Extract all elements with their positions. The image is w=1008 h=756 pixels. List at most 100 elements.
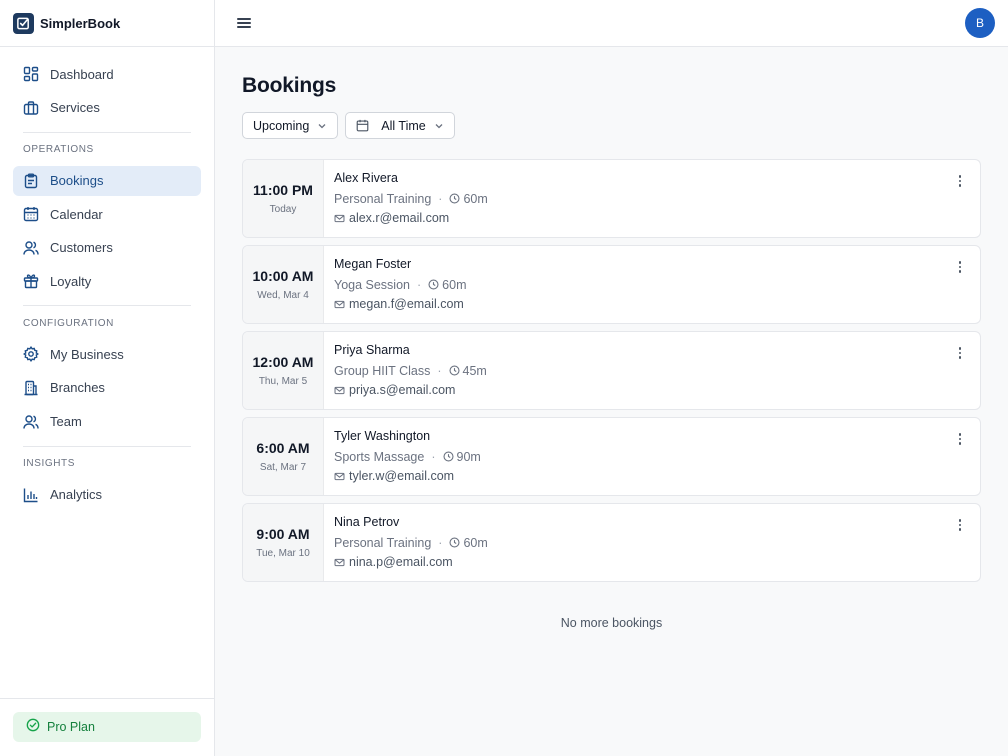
bar-chart-icon xyxy=(23,487,39,503)
booking-meta: Sports Massage · 90m xyxy=(334,449,970,465)
booking-time-block: 10:00 AM Wed, Mar 4 xyxy=(243,246,324,323)
sidebar-item-loyalty[interactable]: Loyalty xyxy=(13,266,201,296)
avatar[interactable]: B xyxy=(965,8,995,38)
clock-icon xyxy=(442,451,454,462)
customer-name: Nina Petrov xyxy=(334,515,400,529)
booking-email: nina.p@email.com xyxy=(334,554,970,570)
sidebar-item-analytics[interactable]: Analytics xyxy=(13,480,201,510)
more-options-icon[interactable] xyxy=(953,260,967,274)
more-options-icon[interactable] xyxy=(953,346,967,360)
chevron-down-icon xyxy=(434,121,444,131)
booking-date: Today xyxy=(269,204,297,215)
booking-card[interactable]: 11:00 PM Today Alex Rivera Personal Trai… xyxy=(242,159,981,238)
sidebar-item-customers[interactable]: Customers xyxy=(13,233,201,263)
chevron-down-icon xyxy=(317,121,327,131)
duration: 60m xyxy=(463,535,488,550)
sidebar-item-label: Customers xyxy=(50,240,113,256)
sidebar-nav: Dashboard Services OPERATIONS Bookings C… xyxy=(0,47,214,756)
booking-email: alex.r@email.com xyxy=(334,210,970,226)
sidebar-item-label: Dashboard xyxy=(50,66,114,82)
status-filter[interactable]: Upcoming xyxy=(242,112,339,139)
booking-time: 10:00 AM xyxy=(252,268,314,284)
customer-email: alex.r@email.com xyxy=(349,211,450,226)
sidebar-item-team[interactable]: Team xyxy=(13,407,201,437)
clock-icon xyxy=(449,537,460,548)
date-range-filter[interactable]: All Time xyxy=(345,112,455,139)
sidebar-item-branches[interactable]: Branches xyxy=(13,373,201,403)
booking-card[interactable]: 6:00 AM Sat, Mar 7 Tyler Washington Spor… xyxy=(242,417,981,496)
booking-card[interactable]: 9:00 AM Tue, Mar 10 Nina Petrov Personal… xyxy=(242,503,981,582)
plan-badge[interactable]: Pro Plan xyxy=(13,712,201,742)
menu-icon[interactable] xyxy=(237,16,251,30)
service-name: Personal Training xyxy=(334,535,432,550)
page-title: Bookings xyxy=(242,74,337,97)
customer-email: megan.f@email.com xyxy=(349,297,464,312)
divider xyxy=(23,305,191,307)
booking-time: 9:00 AM xyxy=(256,526,310,542)
more-options-icon[interactable] xyxy=(953,174,967,188)
booking-time-block: 6:00 AM Sat, Mar 7 xyxy=(243,418,324,495)
users-icon xyxy=(23,240,39,256)
booking-time-block: 11:00 PM Today xyxy=(243,160,324,237)
service-name: Group HIIT Class xyxy=(334,363,431,378)
separator-dot: · xyxy=(417,277,422,292)
sidebar-item-bookings[interactable]: Bookings xyxy=(13,165,201,196)
booking-date: Wed, Mar 4 xyxy=(257,290,309,301)
sidebar-item-services[interactable]: Services xyxy=(13,93,201,123)
building-icon xyxy=(23,380,39,396)
customer-name: Tyler Washington xyxy=(334,429,431,443)
duration: 90m xyxy=(456,449,481,464)
brand-name: SimplerBook xyxy=(40,15,121,31)
booking-time: 12:00 AM xyxy=(252,354,314,370)
check-circle-icon xyxy=(26,718,40,737)
clock-icon xyxy=(448,365,460,376)
booking-email: megan.f@email.com xyxy=(334,296,970,312)
booking-details: Tyler Washington Sports Massage · 90m ty… xyxy=(324,418,980,495)
booking-card[interactable]: 10:00 AM Wed, Mar 4 Megan Foster Yoga Se… xyxy=(242,245,981,324)
dashboard-icon xyxy=(23,66,39,82)
service-name: Sports Massage xyxy=(334,449,425,464)
sidebar-footer: Pro Plan xyxy=(0,698,214,756)
sidebar: SimplerBook Dashboard Services OPERATION… xyxy=(0,0,215,756)
booking-meta: Personal Training · 60m xyxy=(334,535,970,551)
divider xyxy=(23,445,191,447)
booking-time-block: 12:00 AM Thu, Mar 5 xyxy=(243,332,324,409)
sidebar-item-dashboard[interactable]: Dashboard xyxy=(13,59,201,89)
booking-details: Megan Foster Yoga Session · 60m megan.f@… xyxy=(324,246,980,323)
duration: 45m xyxy=(462,363,487,378)
booking-meta: Yoga Session · 60m xyxy=(334,277,970,293)
customer-name: Megan Foster xyxy=(334,257,412,271)
sidebar-item-label: Services xyxy=(50,100,100,116)
section-title-configuration: CONFIGURATION xyxy=(23,317,114,329)
sidebar-item-label: My Business xyxy=(50,346,124,362)
sidebar-item-label: Calendar xyxy=(50,206,103,222)
bookings-content: Bookings Upcoming All Time 11:00 PM Toda… xyxy=(215,47,1008,630)
booking-date: Sat, Mar 7 xyxy=(259,462,307,473)
plan-label: Pro Plan xyxy=(47,720,95,734)
more-options-icon[interactable] xyxy=(953,518,967,532)
briefcase-icon xyxy=(23,100,39,116)
booking-meta: Personal Training · 60m xyxy=(334,191,970,207)
topbar: B xyxy=(215,0,1008,47)
duration: 60m xyxy=(442,277,467,292)
sidebar-item-calendar[interactable]: Calendar xyxy=(13,199,201,229)
brand[interactable]: SimplerBook xyxy=(0,0,214,47)
mail-icon xyxy=(334,471,345,482)
mail-icon xyxy=(334,213,345,224)
more-options-icon[interactable] xyxy=(953,432,967,446)
booking-card[interactable]: 12:00 AM Thu, Mar 5 Priya Sharma Group H… xyxy=(242,331,981,410)
service-name: Yoga Session xyxy=(334,277,410,292)
customer-name: Priya Sharma xyxy=(334,343,410,357)
calendar-icon xyxy=(23,206,39,222)
sidebar-item-label: Team xyxy=(50,414,82,430)
status-filter-value: Upcoming xyxy=(253,118,310,133)
sidebar-item-my-business[interactable]: My Business xyxy=(13,339,201,369)
main: B Bookings Upcoming All Time 11:00 PM To… xyxy=(215,0,1008,756)
section-title-insights: INSIGHTS xyxy=(23,458,76,470)
booking-date: Tue, Mar 10 xyxy=(256,548,310,559)
service-name: Personal Training xyxy=(334,191,432,206)
logo-icon xyxy=(13,12,34,34)
booking-email: priya.s@email.com xyxy=(334,382,970,398)
date-range-value: All Time xyxy=(381,118,426,133)
bookings-list: 11:00 PM Today Alex Rivera Personal Trai… xyxy=(242,159,981,582)
